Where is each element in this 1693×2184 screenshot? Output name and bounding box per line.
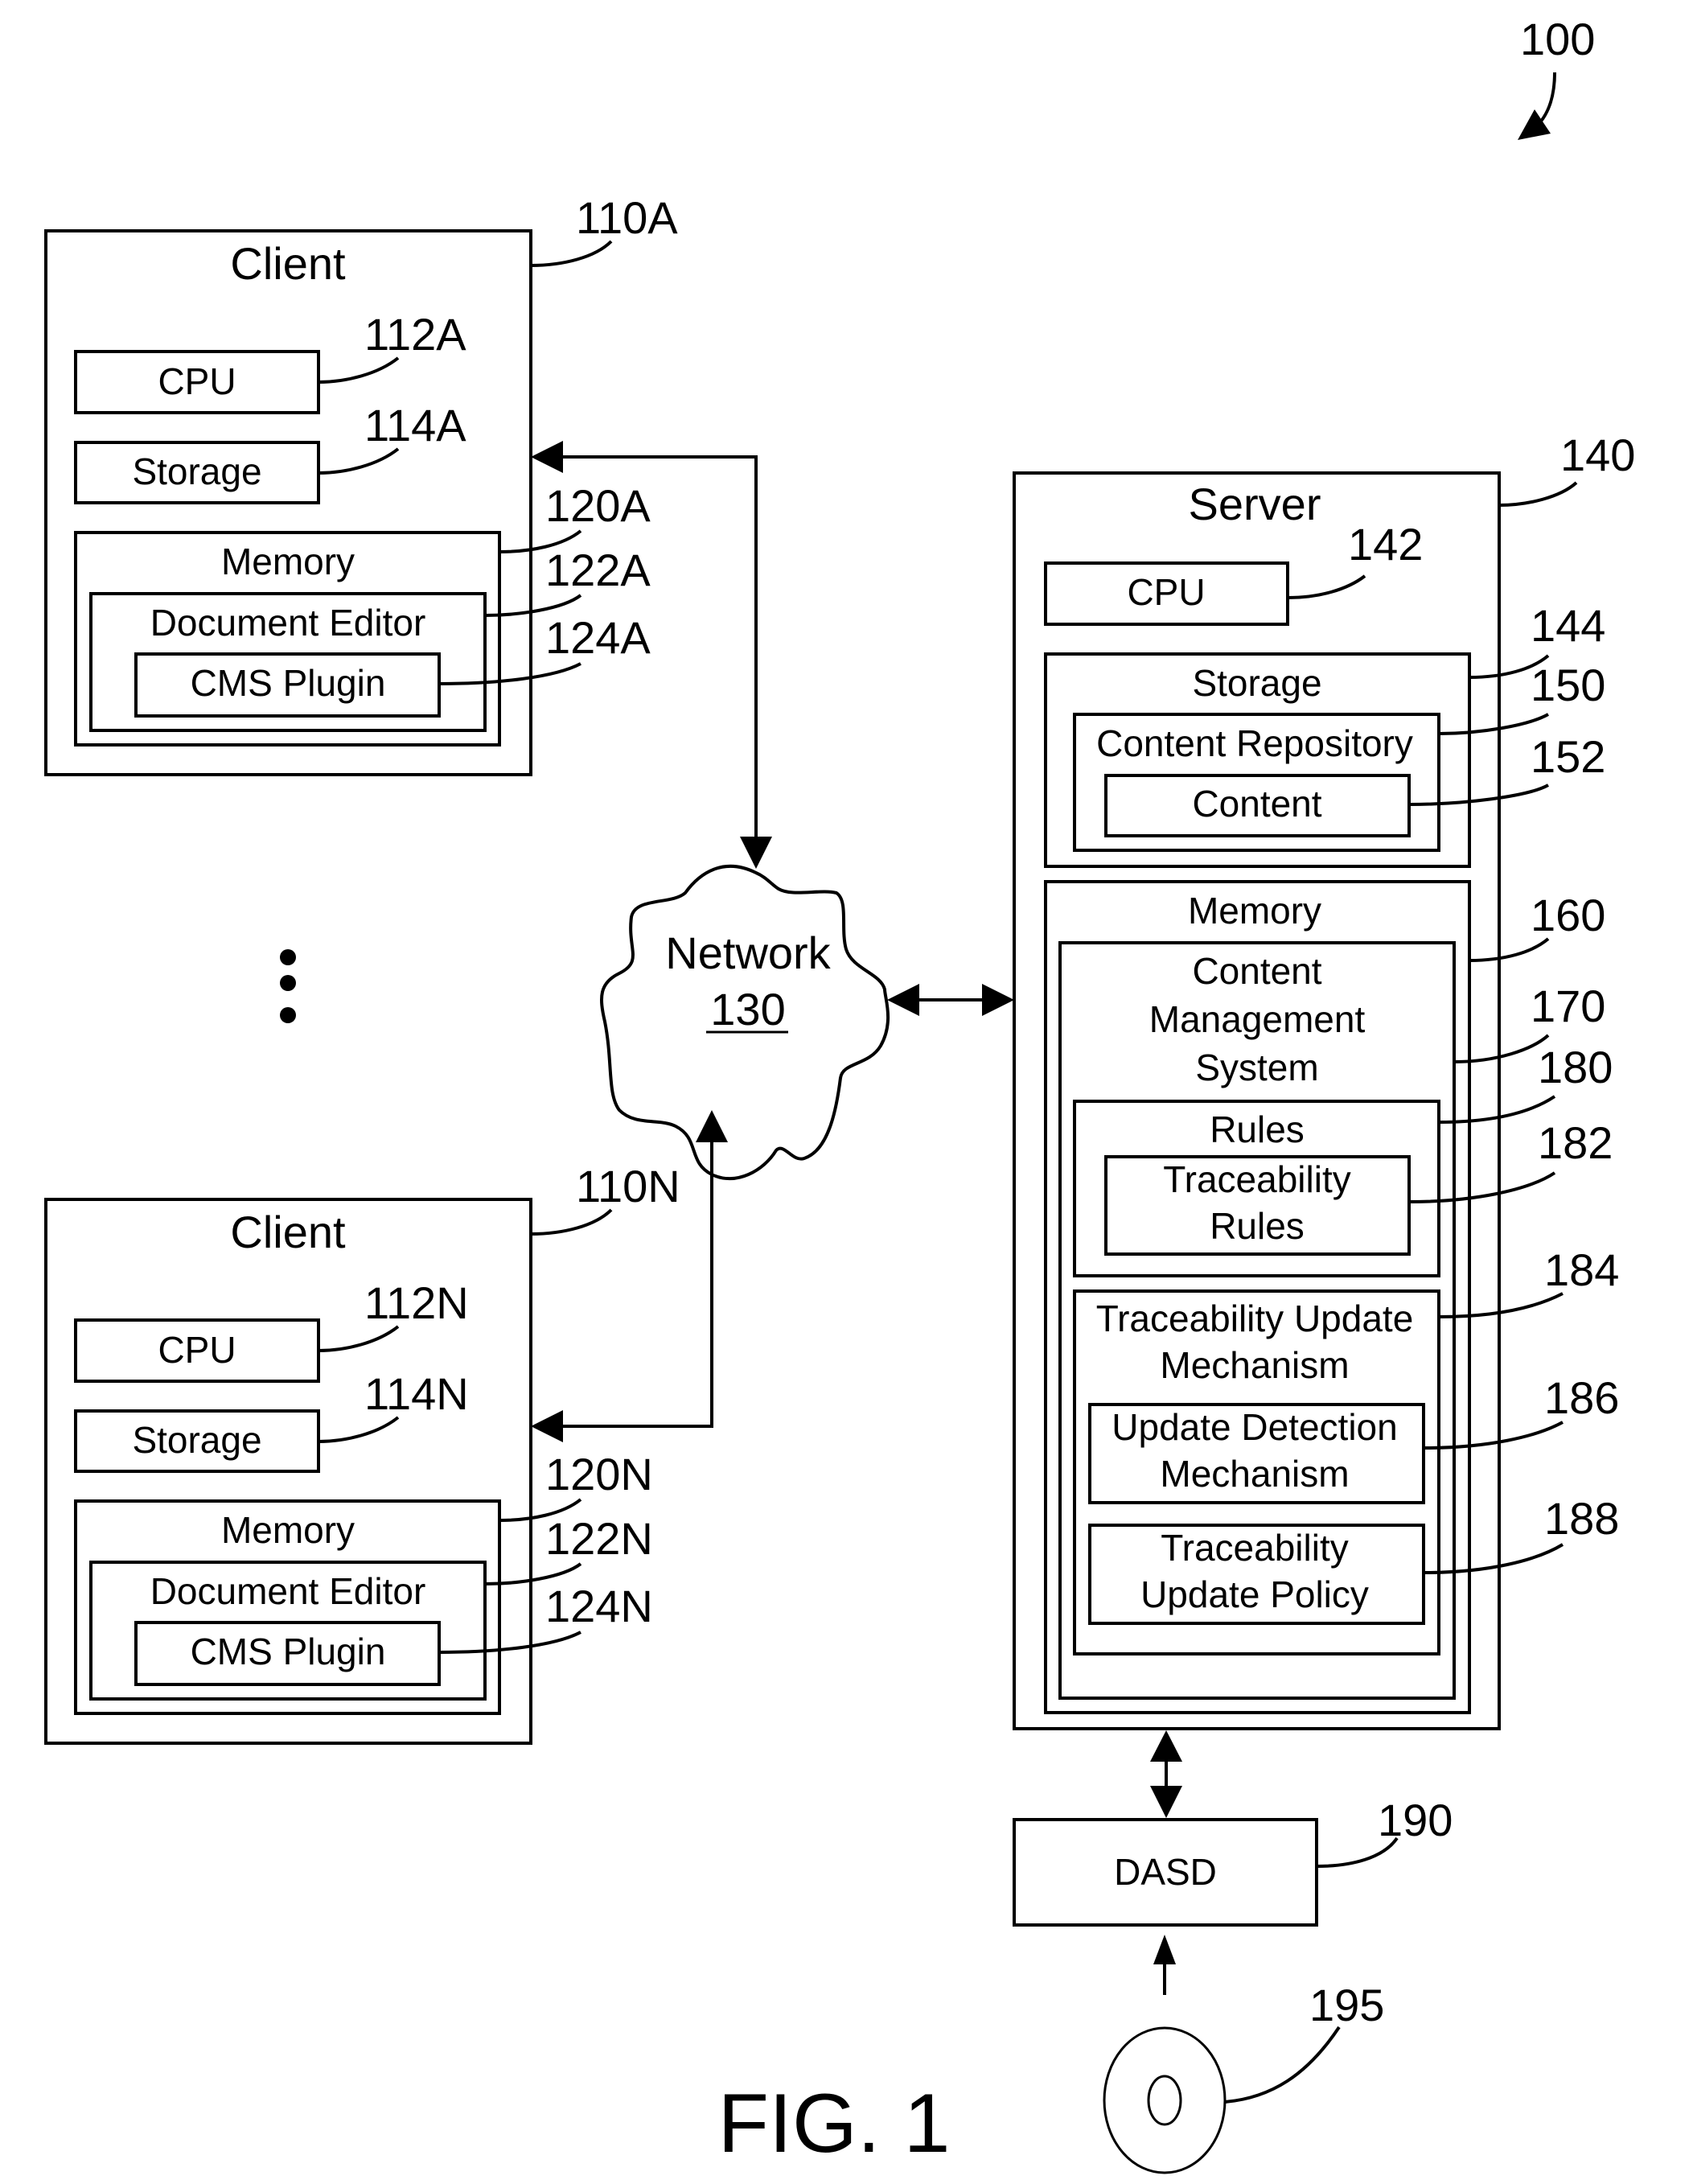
traceability-rules-line1: Traceability — [1163, 1158, 1350, 1200]
arrowhead-up-icon — [696, 1110, 728, 1142]
figure-caption: FIG. 1 — [718, 2077, 951, 2170]
arrowhead-down-icon — [1150, 1786, 1182, 1818]
rules-label: Rules — [1210, 1108, 1305, 1150]
network-ref: 130 — [710, 984, 785, 1034]
dasd: DASD 190 — [1013, 1795, 1453, 1927]
cms-label-line1: Content — [1192, 950, 1321, 992]
client-a-title: Client — [230, 238, 346, 289]
more-clients-ellipsis — [280, 949, 296, 1023]
traceability-rules-ref: 182 — [1538, 1117, 1613, 1168]
dasd-label: DASD — [1114, 1851, 1217, 1893]
server-ref: 140 — [1560, 430, 1635, 480]
client-a: Client 110A CPU 112A Storage 114A Memory… — [44, 192, 678, 776]
client-a-memory-label: Memory — [221, 541, 355, 582]
client-n: Client 110N CPU 112N Storage 114N Memory… — [44, 1161, 680, 1745]
client-a-storage-label: Storage — [132, 450, 261, 492]
server-cpu-label: CPU — [1127, 571, 1205, 613]
connector-network-server[interactable] — [887, 984, 1014, 1016]
ellipsis-dot — [280, 949, 296, 965]
content-repository-label: Content Repository — [1096, 722, 1413, 764]
ellipsis-dot — [280, 1007, 296, 1023]
connector-disc-dasd[interactable] — [1153, 1935, 1176, 1995]
disc-ref: 195 — [1309, 1980, 1384, 2030]
client-n-memory-ref: 120N — [545, 1449, 653, 1499]
content-repository-ref: 150 — [1531, 660, 1605, 710]
dasd-ref: 190 — [1378, 1795, 1453, 1845]
client-a-cms-plugin-ref: 124A — [545, 612, 651, 663]
arrowhead-left-icon — [887, 984, 919, 1016]
client-n-cms-plugin-label: CMS Plugin — [191, 1631, 386, 1672]
system-diagram: 100 Client 110A CPU 112A Storage 114A Me… — [44, 14, 1635, 2174]
arrowhead-left-icon — [531, 1410, 563, 1442]
client-n-storage-ref: 114N — [364, 1368, 469, 1419]
connector-server-dasd[interactable] — [1150, 1730, 1182, 1818]
system-reference: 100 — [1518, 14, 1595, 140]
ellipsis-dot — [280, 975, 296, 991]
traceability-update-mechanism-line2: Mechanism — [1160, 1344, 1349, 1386]
server-leader — [1498, 481, 1578, 507]
client-a-cms-plugin-label: CMS Plugin — [191, 662, 386, 704]
client-n-cpu-label: CPU — [158, 1329, 236, 1371]
traceability-update-mechanism-line1: Traceability Update — [1096, 1298, 1414, 1339]
disc-leader — [1224, 2026, 1341, 2104]
client-n-memory-label: Memory — [221, 1509, 355, 1551]
server-storage-label: Storage — [1192, 662, 1321, 704]
disc-hole-icon — [1147, 2075, 1182, 2126]
ref-100: 100 — [1520, 14, 1595, 64]
content-ref: 152 — [1531, 731, 1605, 782]
traceability-update-policy-line2: Update Policy — [1140, 1573, 1369, 1615]
disc: 195 — [1103, 1980, 1384, 2174]
client-n-document-editor-ref: 122N — [545, 1513, 653, 1564]
arrowhead-down-icon — [740, 837, 772, 869]
server-memory-label: Memory — [1188, 890, 1321, 932]
client-n-document-editor-label: Document Editor — [150, 1570, 426, 1612]
arrowhead-up-icon — [1150, 1730, 1182, 1762]
traceability-rules-line2: Rules — [1210, 1205, 1305, 1247]
arrowhead-right-icon — [982, 984, 1014, 1016]
update-detection-mechanism-line1: Update Detection — [1112, 1406, 1397, 1448]
server-title: Server — [1189, 479, 1321, 529]
cms-label-line3: System — [1195, 1047, 1318, 1088]
client-a-ref: 110A — [576, 192, 678, 243]
client-a-cpu-ref: 112A — [364, 309, 466, 360]
network: Network 130 — [600, 864, 890, 1181]
client-a-leader — [530, 240, 613, 267]
client-n-title: Client — [230, 1207, 346, 1257]
update-detection-mechanism-line2: Mechanism — [1160, 1453, 1349, 1495]
server-cpu-ref: 142 — [1348, 519, 1423, 570]
client-a-memory-ref: 120A — [545, 480, 651, 531]
client-a-document-editor-label: Document Editor — [150, 602, 426, 644]
traceability-update-policy-line1: Traceability — [1161, 1527, 1348, 1569]
content-label: Content — [1192, 783, 1321, 825]
cms-label-line2: Management — [1149, 998, 1366, 1040]
client-n-ref: 110N — [576, 1161, 680, 1211]
client-n-cms-plugin-ref: 124N — [545, 1581, 653, 1631]
client-n-leader — [530, 1208, 613, 1236]
traceability-update-policy-ref: 188 — [1544, 1493, 1619, 1544]
client-a-cpu-label: CPU — [158, 360, 236, 402]
update-detection-mechanism-ref: 186 — [1544, 1372, 1619, 1423]
server-storage-ref: 144 — [1531, 600, 1605, 651]
network-label: Network — [665, 927, 831, 978]
arrowhead-up-icon — [1153, 1935, 1176, 1964]
traceability-update-mechanism-ref: 184 — [1544, 1244, 1619, 1295]
server-memory-ref: 160 — [1531, 890, 1605, 940]
client-n-cpu-ref: 112N — [364, 1277, 469, 1328]
client-a-document-editor-ref: 122A — [545, 545, 651, 595]
cms-ref: 170 — [1531, 981, 1605, 1031]
arrowhead-left-icon — [531, 441, 563, 473]
client-a-storage-ref: 114A — [364, 400, 466, 450]
rules-ref: 180 — [1538, 1042, 1613, 1092]
client-n-storage-label: Storage — [132, 1419, 261, 1461]
server: Server 140 CPU 142 Storage 144 Content R… — [1013, 430, 1635, 1730]
